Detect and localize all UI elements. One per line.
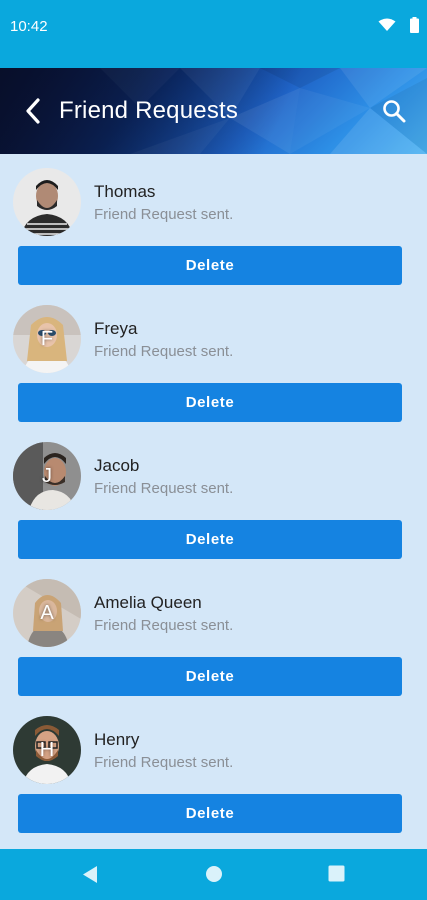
back-arrow-icon[interactable] xyxy=(20,96,48,126)
delete-button[interactable]: Delete xyxy=(18,383,402,422)
search-icon[interactable] xyxy=(381,98,407,124)
app-bar: Friend Requests xyxy=(0,68,427,154)
nav-home-icon[interactable] xyxy=(205,865,223,883)
avatar-initial: J xyxy=(42,464,52,487)
page-title: Friend Requests xyxy=(59,97,239,124)
list-item: F Freya Friend Request sent. Delete xyxy=(0,291,427,428)
avatar[interactable]: H xyxy=(13,716,81,784)
requester-name: Thomas xyxy=(94,182,156,201)
request-status: Friend Request sent. xyxy=(94,343,234,360)
avatar-initial: H xyxy=(39,738,55,761)
requester-name: Freya xyxy=(94,319,138,338)
request-status: Friend Request sent. xyxy=(94,754,234,771)
list-item: J Jacob Friend Request sent. Delete xyxy=(0,428,427,565)
avatar[interactable]: J xyxy=(13,442,81,510)
avatar-initial: A xyxy=(40,601,54,624)
friend-request-list: Thomas Friend Request sent. Delete F Fre… xyxy=(0,154,427,839)
status-bar: 10:42 xyxy=(0,0,427,68)
avatar-initial xyxy=(13,168,81,236)
avatar[interactable]: A xyxy=(13,579,81,647)
battery-icon xyxy=(410,17,419,33)
delete-button[interactable]: Delete xyxy=(18,794,402,833)
list-item: H Henry Friend Request sent. Delete xyxy=(0,702,427,839)
wifi-icon xyxy=(378,18,396,31)
system-nav-bar xyxy=(0,849,427,900)
avatar-initial: F xyxy=(40,327,54,350)
status-time: 10:42 xyxy=(10,18,48,35)
list-item: A Amelia Queen Friend Request sent. Dele… xyxy=(0,565,427,702)
delete-button[interactable]: Delete xyxy=(18,246,402,285)
delete-button[interactable]: Delete xyxy=(18,657,402,696)
avatar[interactable] xyxy=(13,168,81,236)
requester-name: Jacob xyxy=(94,456,140,475)
request-status: Friend Request sent. xyxy=(94,206,234,223)
request-status: Friend Request sent. xyxy=(94,480,234,497)
delete-button[interactable]: Delete xyxy=(18,520,402,559)
requester-name: Henry xyxy=(94,730,140,749)
nav-back-icon[interactable] xyxy=(81,865,99,884)
avatar[interactable]: F xyxy=(13,305,81,373)
requester-name: Amelia Queen xyxy=(94,593,202,612)
nav-recents-icon[interactable] xyxy=(328,865,345,882)
request-status: Friend Request sent. xyxy=(94,617,234,634)
list-item: Thomas Friend Request sent. Delete xyxy=(0,154,427,291)
